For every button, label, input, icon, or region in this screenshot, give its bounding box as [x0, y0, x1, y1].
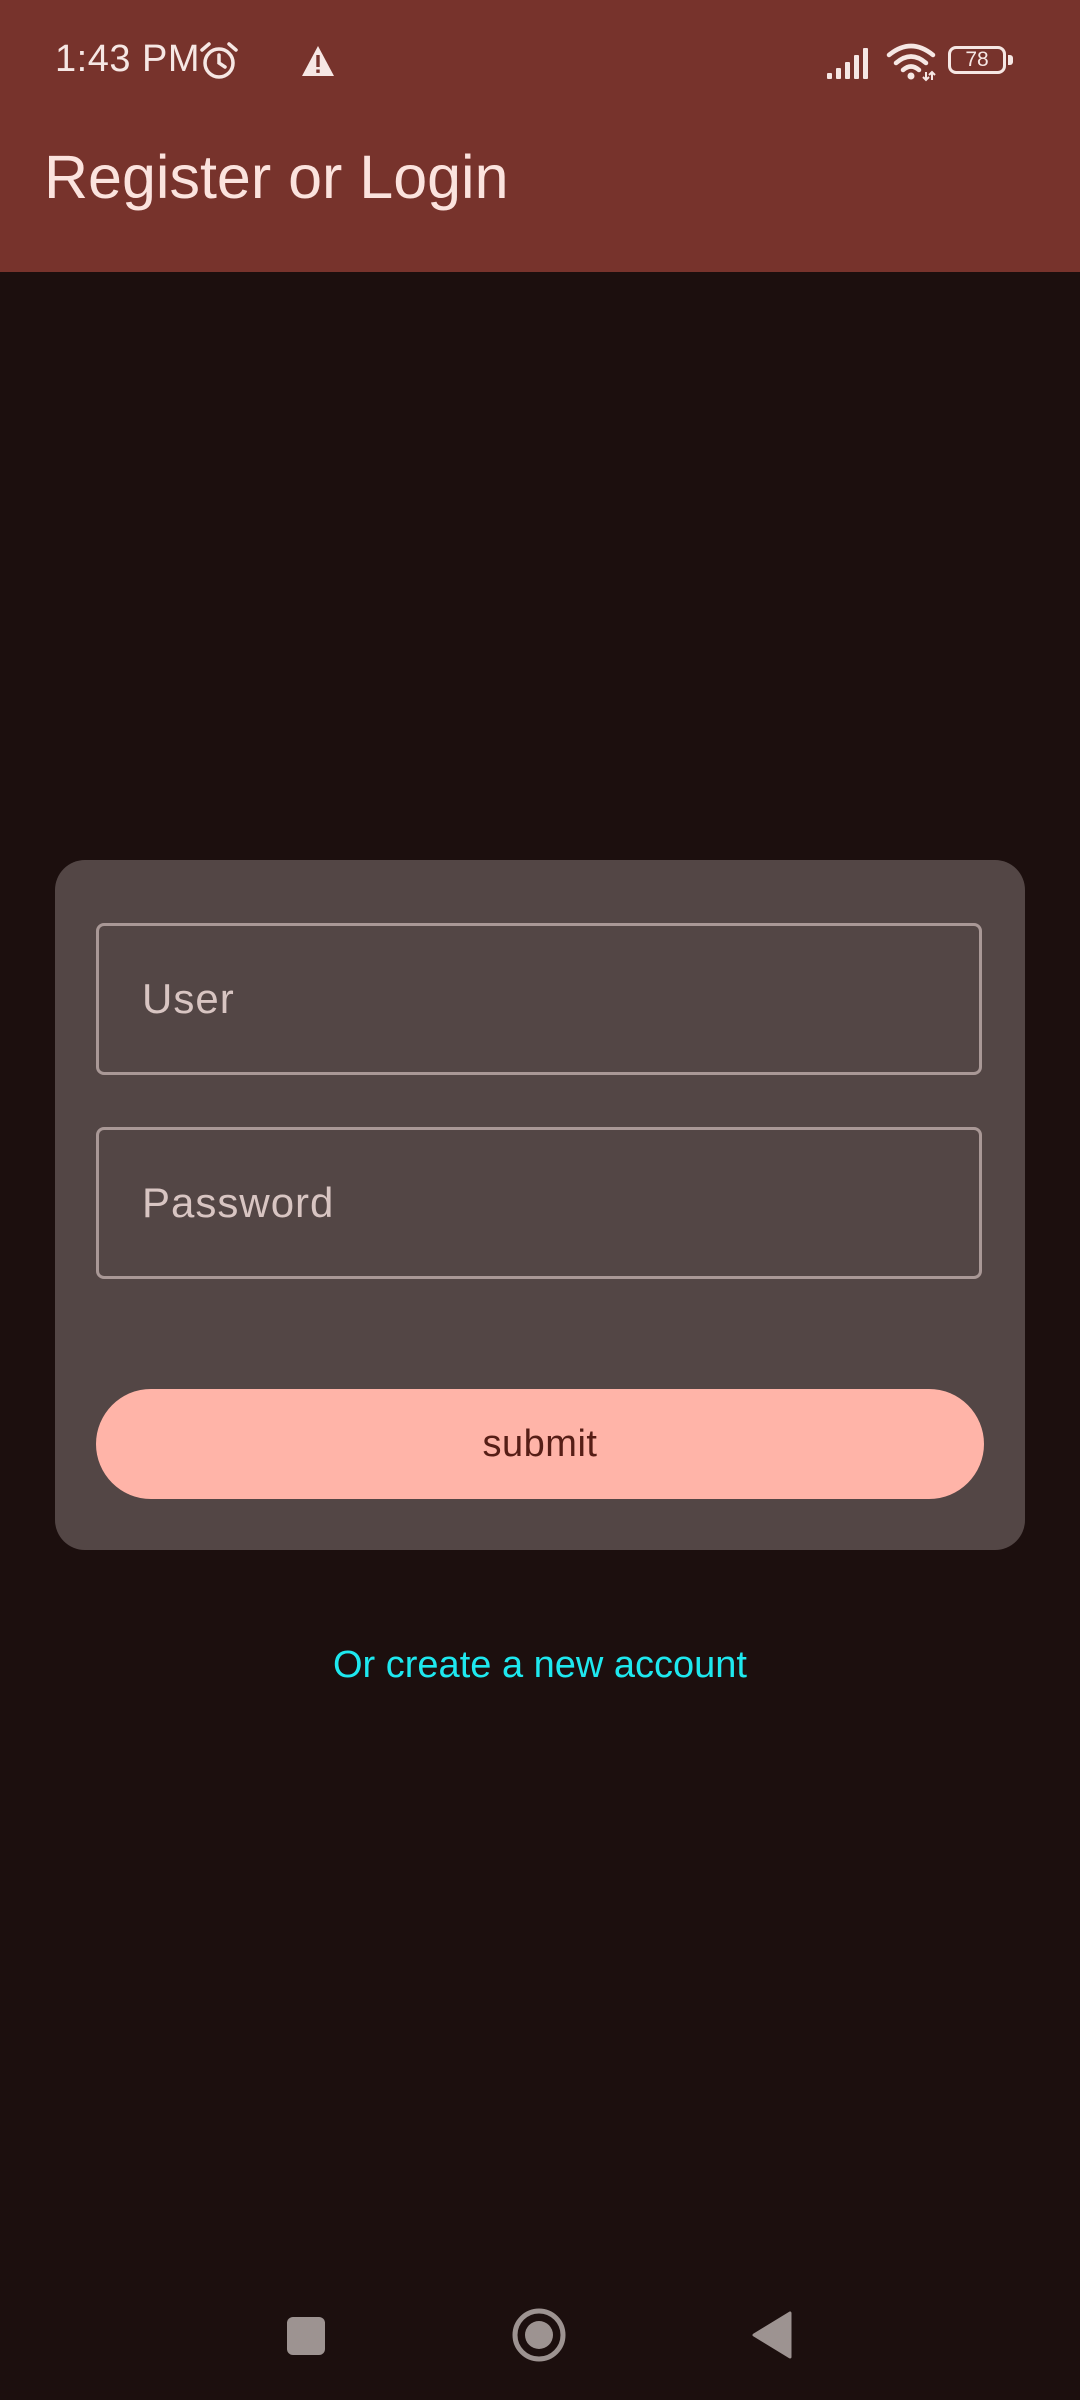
warning-icon	[302, 46, 334, 76]
status-bar: 1:43 PM 78	[0, 0, 1080, 126]
login-card: submit	[55, 860, 1025, 1550]
back-icon[interactable]	[750, 2310, 794, 2360]
navigation-bar	[0, 2280, 1080, 2400]
battery-tip	[1008, 55, 1013, 65]
home-icon[interactable]	[511, 2307, 567, 2363]
create-account-link[interactable]: Or create a new account	[0, 1644, 1080, 1687]
password-input[interactable]	[99, 1130, 979, 1276]
top-app-bar: 1:43 PM 78 Register or Login	[0, 0, 1080, 272]
submit-button[interactable]: submit	[96, 1389, 984, 1499]
signal-icon	[827, 48, 868, 79]
alarm-icon	[200, 42, 238, 79]
page-title: Register or Login	[44, 143, 509, 211]
battery-level: 78	[948, 46, 1006, 74]
recents-icon[interactable]	[287, 2317, 325, 2355]
user-field[interactable]	[96, 923, 982, 1075]
login-screen: 1:43 PM 78 Register or Login User submit…	[0, 0, 1080, 2400]
password-field[interactable]	[96, 1127, 982, 1279]
wifi-icon	[886, 43, 936, 82]
status-time: 1:43 PM	[55, 38, 201, 80]
user-input[interactable]	[99, 926, 979, 1072]
battery-icon: 78	[948, 46, 1013, 76]
